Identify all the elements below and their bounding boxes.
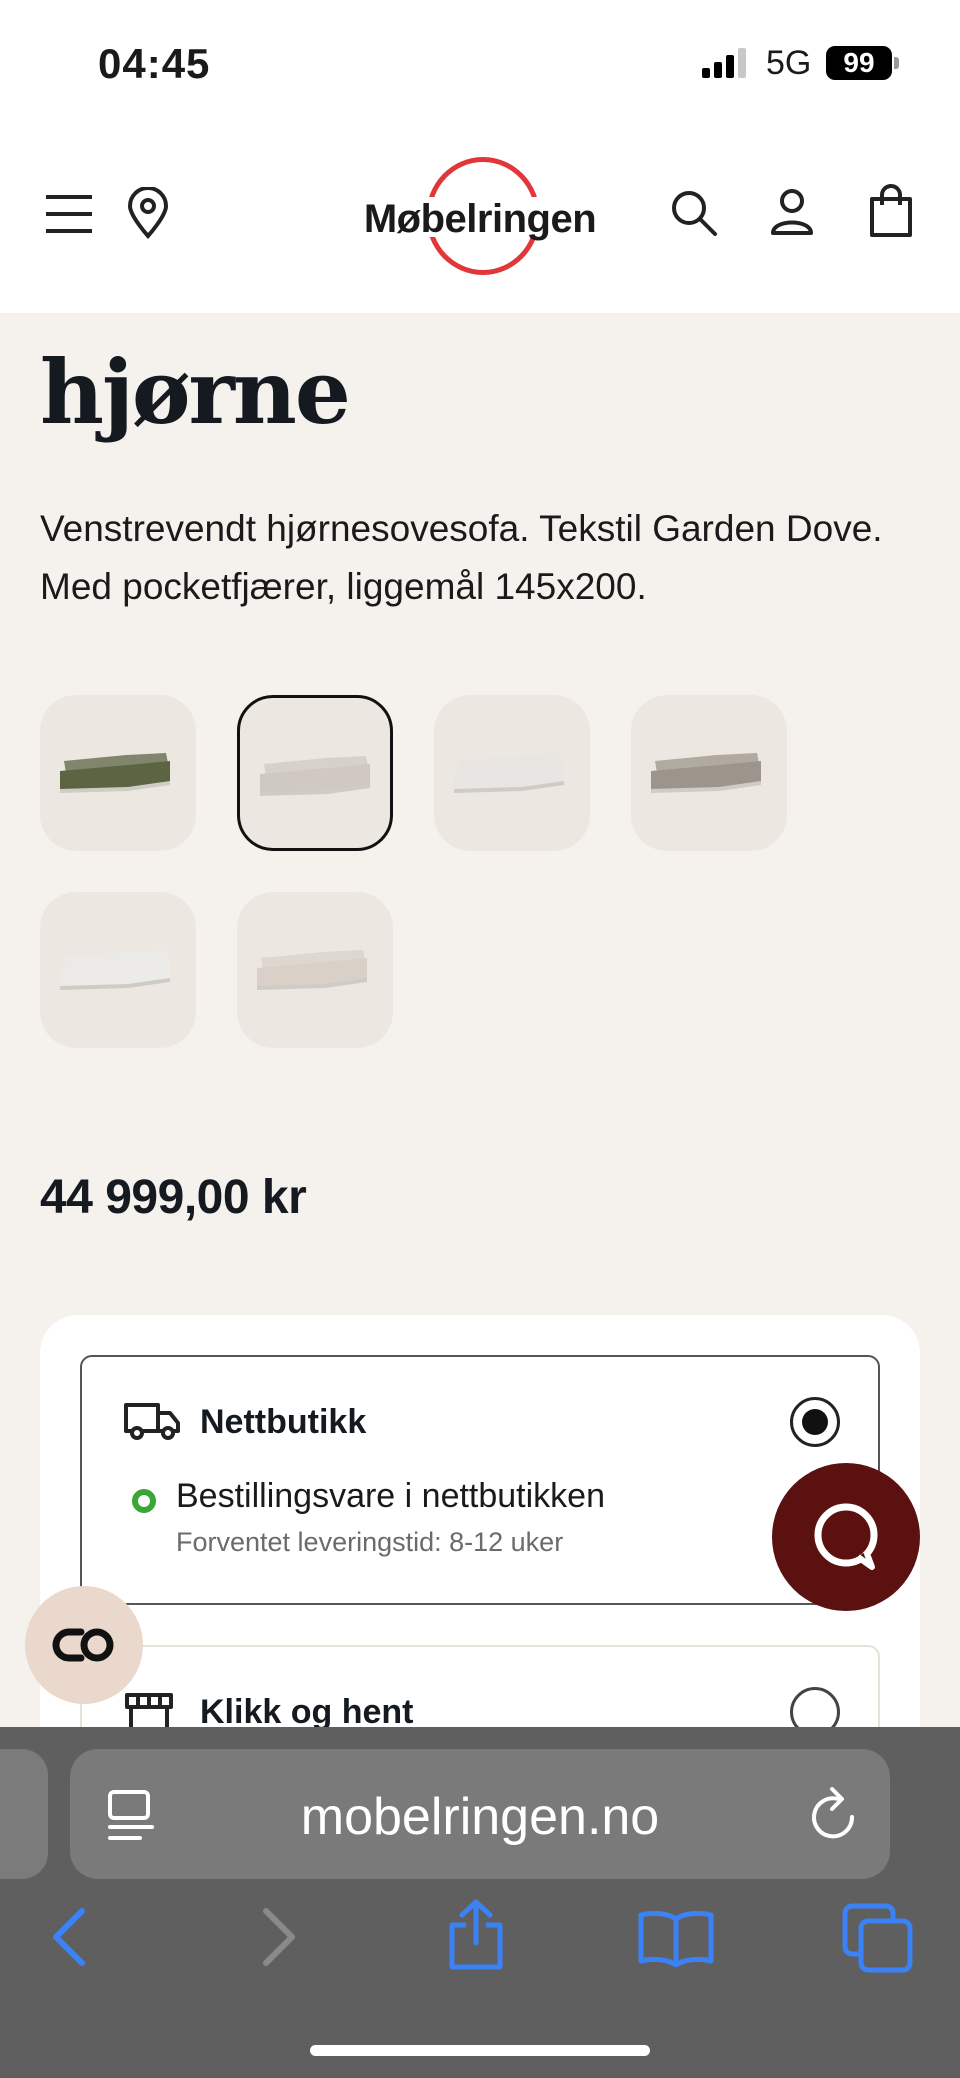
- product-description: Venstrevendt hjørnesovesofa. Tekstil Gar…: [40, 508, 883, 607]
- brand-logo[interactable]: Møbelringen: [350, 155, 610, 279]
- status-time: 04:45: [98, 40, 211, 87]
- stock-status-icon: [132, 1489, 156, 1513]
- previous-tab-peek[interactable]: [0, 1749, 48, 1879]
- truck-icon: [124, 1403, 180, 1440]
- reload-icon[interactable]: [808, 1787, 860, 1843]
- sofa-thumbnail-icon: [60, 753, 170, 793]
- radio-selected[interactable]: [790, 1397, 840, 1447]
- sofa-thumbnail-icon: [454, 753, 564, 793]
- battery-icon: 99: [826, 46, 892, 80]
- sofa-thumbnail-icon: [60, 950, 170, 990]
- chat-bubble-icon: [814, 1503, 878, 1570]
- product-title: hjørne: [40, 340, 351, 444]
- product-price: 44 999,00 kr: [40, 1171, 307, 1224]
- link-icon: [52, 1628, 114, 1662]
- color-swatch[interactable]: [631, 695, 787, 851]
- location-pin-icon[interactable]: [126, 187, 170, 239]
- color-swatch[interactable]: [40, 695, 196, 851]
- brand-name: Møbelringen: [363, 197, 597, 241]
- delivery-option-nettbutikk[interactable]: Nettbutikk Bestillingsvare i nettbutikke…: [80, 1355, 880, 1605]
- color-swatch[interactable]: [237, 695, 393, 851]
- battery-tip: [894, 57, 899, 69]
- home-indicator: [310, 2045, 650, 2056]
- sofa-thumbnail-icon: [260, 756, 370, 796]
- share-icon[interactable]: [446, 1899, 506, 1971]
- color-swatch[interactable]: [40, 892, 196, 1048]
- browser-toolbar: mobelringen.no: [0, 1727, 960, 2078]
- sofa-thumbnail-icon: [257, 950, 367, 990]
- url-text: mobelringen.no: [300, 1788, 660, 1846]
- delivery-option-label: Nettbutikk: [200, 1403, 367, 1441]
- shopping-bag-icon[interactable]: [868, 183, 914, 239]
- stock-status-text: Bestillingsvare i nettbutikken: [176, 1477, 606, 1515]
- signal-icon: [702, 48, 746, 78]
- menu-icon[interactable]: [46, 193, 92, 235]
- cobrowse-button[interactable]: [25, 1586, 143, 1704]
- bookmarks-icon[interactable]: [638, 1909, 714, 1967]
- site-header: Møbelringen: [0, 125, 960, 313]
- sofa-thumbnail-icon: [651, 753, 761, 793]
- status-bar: 04:45 5G 99: [0, 0, 960, 125]
- network-type: 5G: [766, 44, 812, 82]
- forward-icon[interactable]: [258, 1907, 298, 1967]
- back-icon[interactable]: [50, 1907, 90, 1967]
- tabs-icon[interactable]: [842, 1903, 914, 1973]
- search-icon[interactable]: [670, 189, 718, 237]
- lead-time-text: Forventet leveringstid: 8-12 uker: [176, 1527, 564, 1557]
- chat-button[interactable]: [772, 1463, 920, 1611]
- address-bar[interactable]: mobelringen.no: [70, 1749, 890, 1879]
- color-swatch[interactable]: [237, 892, 393, 1048]
- user-icon[interactable]: [770, 187, 814, 237]
- color-swatch[interactable]: [434, 695, 590, 851]
